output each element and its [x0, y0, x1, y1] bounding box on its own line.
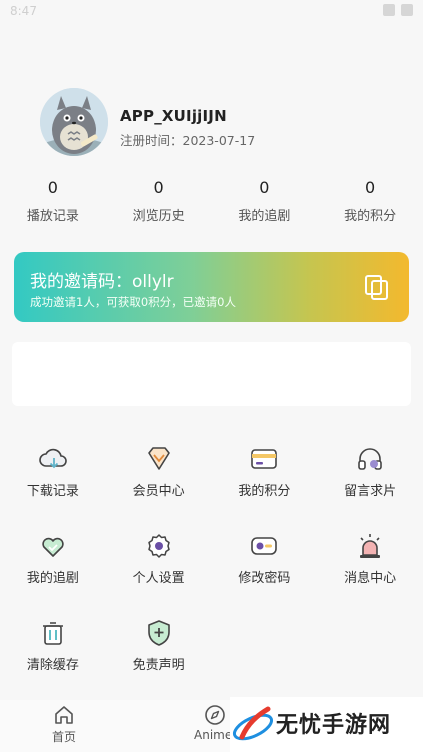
watermark: 无忧手游网	[230, 697, 423, 752]
card-icon	[251, 449, 278, 469]
invite-summary: 成功邀请1人，可获取0积分，已邀请0人	[30, 295, 236, 309]
menu-label: 留言求片	[344, 484, 397, 499]
stats-row: 0 播放记录 0 浏览历史 0 我的追剧 0 我的积分	[0, 176, 423, 236]
menu-vip-center[interactable]: 会员中心	[106, 444, 212, 531]
compass-icon	[204, 705, 225, 725]
stat-play-history[interactable]: 0 播放记录	[0, 176, 106, 236]
tab-home[interactable]: 首页	[52, 704, 76, 745]
status-time: 8:47	[10, 4, 37, 18]
alarm-icon	[360, 534, 381, 558]
battery-icon	[401, 4, 413, 16]
menu-message-center[interactable]: 消息中心	[317, 531, 423, 618]
menu-clear-cache[interactable]: 清除缓存	[0, 618, 106, 705]
menu-label: 消息中心	[344, 571, 397, 586]
tab-label: 首页	[52, 730, 77, 744]
menu-label: 清除缓存	[26, 658, 79, 673]
menu-grid: 下载记录 会员中心 我的积分 留言求片 我的追剧 个人设置 修改密码 消息中心 …	[0, 444, 423, 705]
stat-my-follows[interactable]: 0 我的追剧	[212, 176, 318, 236]
menu-my-follows[interactable]: 我的追剧	[0, 531, 106, 618]
menu-label: 我的积分	[238, 484, 291, 499]
copy-icon[interactable]	[363, 273, 391, 301]
menu-my-points[interactable]: 我的积分	[212, 444, 318, 531]
status-bar: 8:47	[0, 0, 423, 28]
cloud-download-icon	[39, 448, 67, 469]
stat-value: 0	[47, 178, 58, 197]
profile-header[interactable]: APP_XUIjjIJN 注册时间：2023-07-17	[40, 88, 400, 158]
stat-my-points[interactable]: 0 我的积分	[317, 176, 423, 236]
register-time: 注册时间：2023-07-17	[120, 133, 256, 148]
menu-disclaimer[interactable]: 免责声明	[106, 618, 212, 705]
username: APP_XUIjjIJN	[120, 107, 227, 125]
avatar[interactable]	[40, 88, 108, 156]
invite-card[interactable]: 我的邀请码：ollylr 成功邀请1人，可获取0积分，已邀请0人	[14, 252, 409, 322]
menu-label: 下载记录	[26, 484, 79, 499]
stat-value: 0	[153, 178, 164, 197]
home-icon	[55, 706, 73, 724]
menu-download-records[interactable]: 下载记录	[0, 444, 106, 531]
stat-label: 我的积分	[344, 209, 397, 224]
watermark-text: 无忧手游网	[276, 713, 392, 738]
vip-diamond-icon	[147, 447, 170, 470]
menu-request-film[interactable]: 留言求片	[317, 444, 423, 531]
stat-browse-history[interactable]: 0 浏览历史	[106, 176, 212, 236]
stat-value: 0	[365, 178, 376, 197]
menu-change-password[interactable]: 修改密码	[212, 531, 318, 618]
password-icon	[251, 537, 278, 555]
gear-icon	[147, 534, 170, 558]
menu-label: 个人设置	[132, 571, 185, 586]
status-icons	[383, 4, 413, 16]
heart-icon	[42, 537, 64, 557]
banner-placeholder	[12, 342, 411, 406]
stat-label: 浏览历史	[132, 209, 185, 224]
stat-label: 播放记录	[26, 209, 79, 224]
trash-icon	[42, 622, 63, 645]
invite-code: 我的邀请码：ollylr	[30, 272, 174, 292]
stat-label: 我的追剧	[238, 209, 291, 224]
watermark-logo-icon	[232, 706, 274, 741]
menu-label: 修改密码	[238, 571, 291, 586]
menu-label: 我的追剧	[26, 571, 79, 586]
headphones-icon	[358, 448, 382, 470]
wifi-icon	[383, 4, 395, 16]
menu-label: 会员中心	[132, 484, 185, 499]
menu-personal-settings[interactable]: 个人设置	[106, 531, 212, 618]
shield-icon	[147, 620, 170, 646]
menu-label: 免责声明	[132, 658, 185, 673]
stat-value: 0	[259, 178, 270, 197]
totoro-avatar-icon	[40, 88, 108, 156]
